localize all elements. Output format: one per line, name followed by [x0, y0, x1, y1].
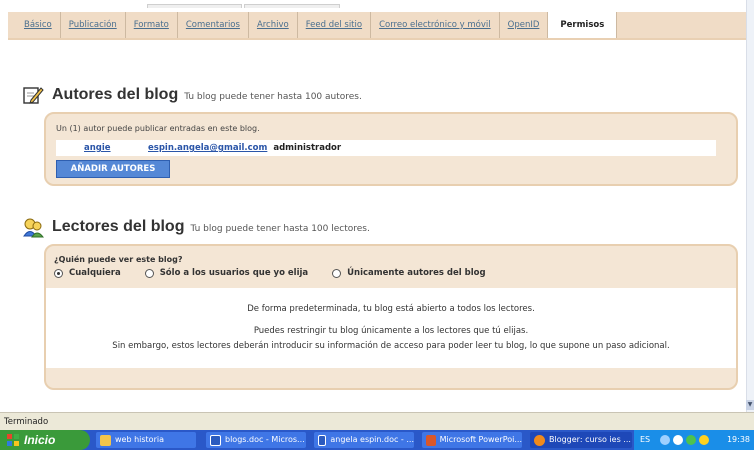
start-button[interactable]: Inicio: [0, 430, 90, 450]
firefox-icon: [534, 434, 545, 446]
taskbar-item-blogger[interactable]: Blogger: curso ies ...: [530, 432, 632, 448]
tab-formato[interactable]: Formato: [126, 12, 178, 38]
taskbar-item-label: Microsoft PowerPoi...: [439, 435, 522, 444]
clock: 19:38: [726, 435, 750, 444]
tab-permisos[interactable]: Permisos: [548, 12, 618, 38]
taskbar-item-label: web historia: [115, 435, 164, 444]
parent-tab-right[interactable]: [244, 4, 340, 8]
readers-people-icon: [23, 218, 44, 238]
info-restrict: Puedes restringir tu blog únicamente a l…: [253, 326, 529, 336]
word-icon: [210, 434, 221, 446]
scroll-down-arrow-icon[interactable]: ▼: [746, 400, 754, 410]
option-label: Cualquiera: [69, 268, 121, 278]
info-login-required: Sin embargo, estos lectores deberán intr…: [112, 341, 670, 351]
option-usuarios-elegidos[interactable]: Sólo a los usuarios que yo elija: [144, 268, 309, 278]
tab-basico[interactable]: Básico: [16, 12, 61, 38]
taskbar-item-label: Blogger: curso ies ...: [549, 435, 631, 444]
readers-subtitle: Tu blog puede tener hasta 100 lectores.: [190, 223, 370, 234]
messenger-icon[interactable]: [699, 435, 710, 445]
taskbar-item-web-historia[interactable]: web historia: [96, 432, 196, 448]
author-role: administrador: [273, 143, 342, 153]
system-tray: ES 19:38: [634, 430, 754, 450]
tab-feed-del-sitio[interactable]: Feed del sitio: [298, 12, 372, 38]
authors-count-note: Un (1) autor puede publicar entradas en …: [56, 124, 260, 133]
radio-checked-icon[interactable]: [54, 268, 63, 278]
option-label: Sólo a los usuarios que yo elija: [159, 268, 309, 278]
author-row: angie espin.angela@gmail.com administrad…: [56, 140, 716, 156]
folder-icon: [100, 434, 111, 446]
option-solo-autores[interactable]: Únicamente autores del blog: [332, 268, 486, 278]
readers-section-header: Lectores del blog Tu blog puede tener ha…: [22, 216, 370, 238]
option-cualquiera[interactable]: Cualquiera: [54, 268, 121, 278]
visibility-question: ¿Quién puede ver este blog?: [54, 255, 183, 264]
settings-tab-strip: Básico Publicación Formato Comentarios A…: [0, 0, 754, 44]
network-icon[interactable]: [660, 435, 671, 445]
status-text: Terminado: [4, 417, 49, 427]
page-scrollbar[interactable]: ▼: [746, 0, 754, 412]
readers-title: Lectores del blog: [52, 218, 185, 235]
author-email-link[interactable]: espin.angela@gmail.com: [148, 143, 267, 153]
option-label: Únicamente autores del blog: [347, 268, 486, 278]
volume-icon[interactable]: [673, 435, 684, 445]
language-indicator[interactable]: ES: [640, 430, 650, 450]
settings-tabs: Básico Publicación Formato Comentarios A…: [8, 12, 746, 38]
taskbar-item-label: blogs.doc - Micros...: [225, 435, 305, 444]
powerpoint-icon: [426, 434, 436, 446]
parent-tab-left[interactable]: [147, 4, 242, 8]
info-default-open: De forma predeterminada, tu blog está ab…: [247, 304, 535, 314]
tab-underline: [8, 38, 746, 40]
radio-unchecked-icon[interactable]: [332, 268, 342, 278]
tab-comentarios[interactable]: Comentarios: [178, 12, 249, 38]
word-icon: [318, 434, 327, 446]
browser-status-bar: Terminado: [0, 412, 754, 430]
authors-section-header: Autores del blog Tu blog puede tener has…: [22, 84, 362, 106]
pencil-notepad-icon: [23, 87, 44, 104]
security-shield-icon[interactable]: [686, 435, 697, 445]
readers-panel: ¿Quién puede ver este blog? Cualquiera S…: [44, 244, 738, 390]
author-name-link[interactable]: angie: [84, 143, 148, 153]
windows-logo-icon: [7, 434, 19, 446]
taskbar-item-blogs-doc[interactable]: blogs.doc - Micros...: [206, 432, 306, 448]
authors-subtitle: Tu blog puede tener hasta 100 autores.: [184, 91, 362, 102]
radio-unchecked-icon[interactable]: [144, 268, 154, 278]
tab-publicacion[interactable]: Publicación: [61, 12, 126, 38]
windows-taskbar: Inicio web historia blogs.doc - Micros..…: [0, 430, 754, 450]
authors-title: Autores del blog: [52, 86, 179, 103]
tab-correo-movil[interactable]: Correo electrónico y móvil: [371, 12, 500, 38]
visibility-options: Cualquiera Sólo a los usuarios que yo el…: [54, 268, 510, 278]
start-label: Inicio: [24, 433, 56, 447]
tab-archivo[interactable]: Archivo: [249, 12, 298, 38]
readers-info-box: De forma predeterminada, tu blog está ab…: [46, 288, 736, 368]
tab-openid[interactable]: OpenID: [500, 12, 549, 38]
taskbar-item-label: angela espin.doc - ...: [330, 435, 414, 444]
taskbar-item-angela-doc[interactable]: angela espin.doc - ...: [314, 432, 414, 448]
taskbar-item-powerpoint[interactable]: Microsoft PowerPoi...: [422, 432, 522, 448]
add-authors-button[interactable]: AÑADIR AUTORES: [56, 160, 170, 178]
authors-panel: Un (1) autor puede publicar entradas en …: [44, 112, 738, 186]
